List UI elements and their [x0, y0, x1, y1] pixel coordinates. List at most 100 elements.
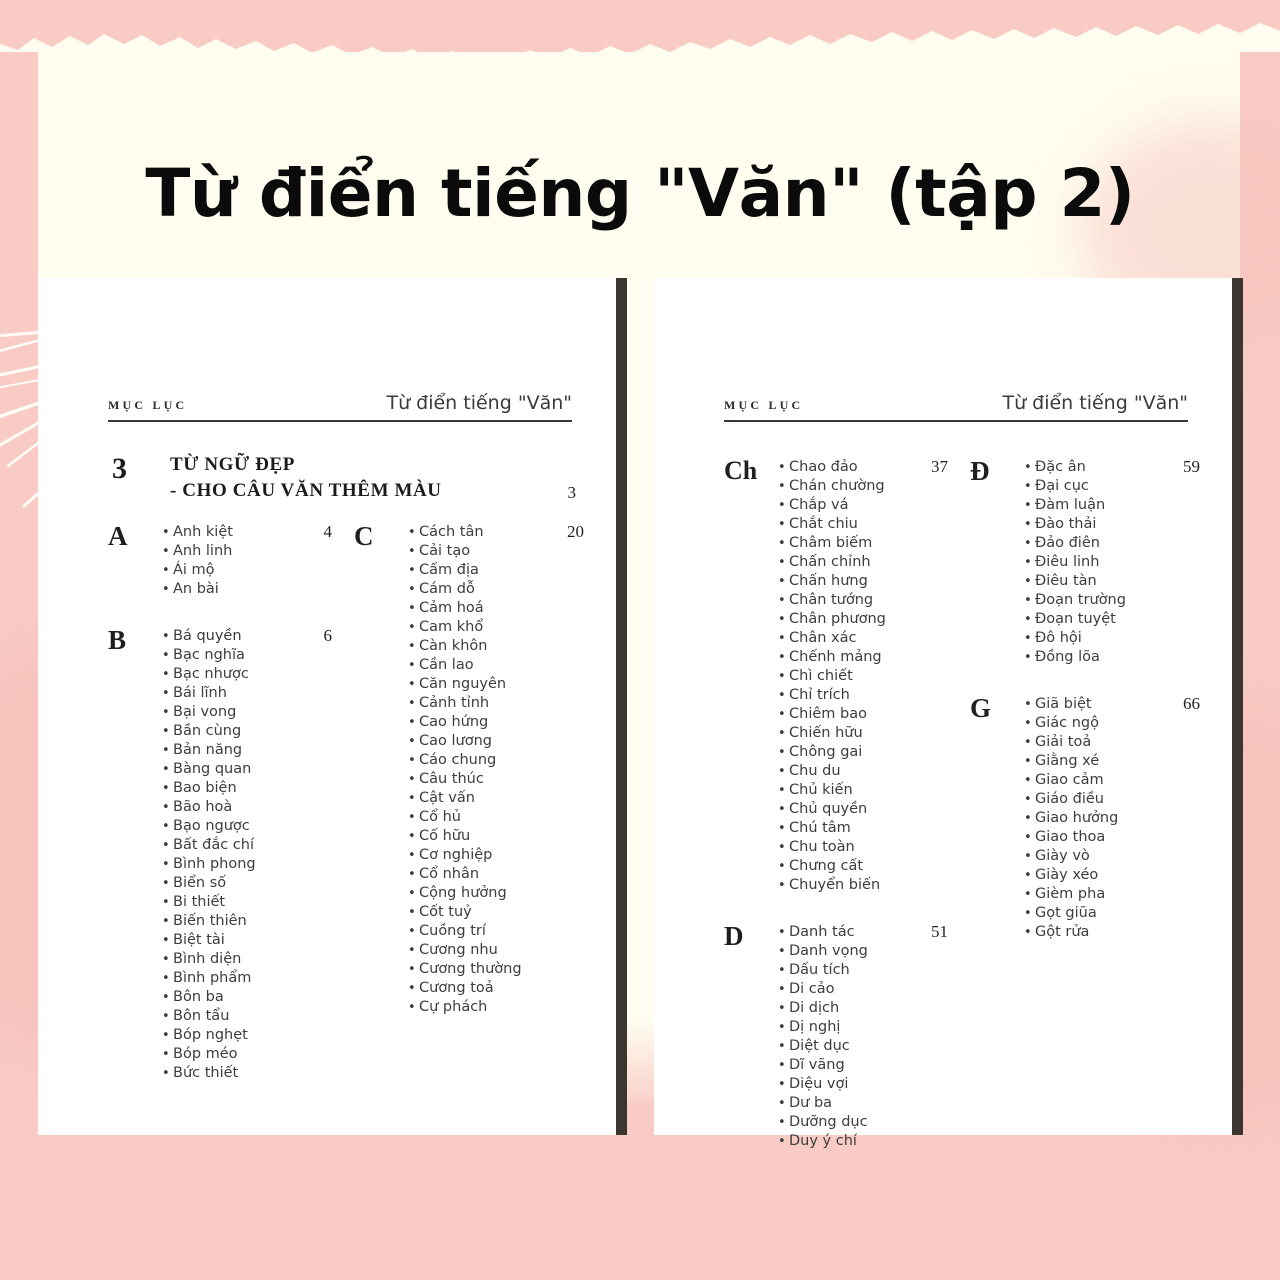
- list-item[interactable]: • Di cảo: [778, 980, 962, 999]
- list-item[interactable]: • Chếnh mảng: [778, 648, 962, 667]
- list-item[interactable]: • Đồng lõa: [1024, 648, 1200, 667]
- list-item[interactable]: • Cần lao: [408, 656, 584, 675]
- list-item[interactable]: • Gièm pha: [1024, 885, 1200, 904]
- list-item[interactable]: • Diệt dục: [778, 1037, 962, 1056]
- list-item[interactable]: • Giao cảm: [1024, 771, 1200, 790]
- list-item[interactable]: • Dĩ vãng: [778, 1056, 962, 1075]
- list-item[interactable]: • Bôn tẩu: [162, 1007, 346, 1026]
- list-item[interactable]: • Dư ba: [778, 1094, 962, 1113]
- list-item[interactable]: • Điêu linh: [1024, 553, 1200, 572]
- list-item[interactable]: • Câu thúc: [408, 770, 584, 789]
- list-item[interactable]: • Đặc ân: [1024, 458, 1200, 477]
- list-item[interactable]: • Chấn chỉnh: [778, 553, 962, 572]
- list-item[interactable]: • Chiến hữu: [778, 724, 962, 743]
- list-item[interactable]: • Dị nghị: [778, 1018, 962, 1037]
- list-item[interactable]: • Bạc nhược: [162, 665, 346, 684]
- list-item[interactable]: • Bái lĩnh: [162, 684, 346, 703]
- list-item[interactable]: • Bình diện: [162, 950, 346, 969]
- list-item[interactable]: • Chân tướng: [778, 591, 962, 610]
- list-item[interactable]: • Chú tâm: [778, 819, 962, 838]
- toc-group-a[interactable]: A 4 • Anh kiệt • Anh linh • Ái mộ • An bài: [108, 521, 346, 599]
- list-item[interactable]: • Chì chiết: [778, 667, 962, 686]
- list-item[interactable]: • Bóp nghẹt: [162, 1026, 346, 1045]
- list-item[interactable]: • Cao hứng: [408, 713, 584, 732]
- list-item[interactable]: • Đảo điên: [1024, 534, 1200, 553]
- list-item[interactable]: • Đại cục: [1024, 477, 1200, 496]
- list-item[interactable]: • Bóp méo: [162, 1045, 346, 1064]
- list-item[interactable]: • Cương thường: [408, 960, 584, 979]
- list-item[interactable]: • Cộng hưởng: [408, 884, 584, 903]
- list-item[interactable]: • Chu toàn: [778, 838, 962, 857]
- list-item[interactable]: • Bao biện: [162, 779, 346, 798]
- list-item[interactable]: • Cương nhu: [408, 941, 584, 960]
- list-item[interactable]: • Cách tân: [408, 523, 584, 542]
- list-item[interactable]: • Bình phẩm: [162, 969, 346, 988]
- toc-group-ch[interactable]: Ch 37 • Chao đảo • Chán chường • Chắp vá • C…: [724, 456, 962, 895]
- list-item[interactable]: • Cố hữu: [408, 827, 584, 846]
- list-item[interactable]: • Càn khôn: [408, 637, 584, 656]
- list-item[interactable]: • Biển số: [162, 874, 346, 893]
- list-item[interactable]: • Chỉ trích: [778, 686, 962, 705]
- list-item[interactable]: • Giằng xé: [1024, 752, 1200, 771]
- list-item[interactable]: • Chiêm bao: [778, 705, 962, 724]
- list-item[interactable]: • Đô hội: [1024, 629, 1200, 648]
- list-item[interactable]: • Chán chường: [778, 477, 962, 496]
- list-item[interactable]: • Cấm địa: [408, 561, 584, 580]
- list-item[interactable]: • Chủ kiến: [778, 781, 962, 800]
- list-item[interactable]: • Biến thiên: [162, 912, 346, 931]
- list-item[interactable]: • Cốt tuỷ: [408, 903, 584, 922]
- list-item[interactable]: • Giao hưởng: [1024, 809, 1200, 828]
- list-item[interactable]: • Đoạn trường: [1024, 591, 1200, 610]
- list-item[interactable]: • Chân phương: [778, 610, 962, 629]
- list-item[interactable]: • Cật vấn: [408, 789, 584, 808]
- list-item[interactable]: • Bi thiết: [162, 893, 346, 912]
- toc-group-c[interactable]: C 20 • Cách tân • Cải tạo • Cấm địa • Cám dỗ…: [354, 521, 584, 1017]
- list-item[interactable]: • Cải tạo: [408, 542, 584, 561]
- chapter-heading[interactable]: 3 TỪ NGỮ ĐẸP - CHO CÂU VĂN THÊM MÀU 3: [112, 452, 584, 503]
- list-item[interactable]: • Bần cùng: [162, 722, 346, 741]
- list-item[interactable]: • Giao thoa: [1024, 828, 1200, 847]
- list-item[interactable]: • Bá quyền: [162, 627, 346, 646]
- list-item[interactable]: • Cám dỗ: [408, 580, 584, 599]
- list-item[interactable]: • Bôn ba: [162, 988, 346, 1007]
- list-item[interactable]: • Gọt giũa: [1024, 904, 1200, 923]
- list-item[interactable]: • Giã biệt: [1024, 695, 1200, 714]
- list-item[interactable]: • Đàm luận: [1024, 496, 1200, 515]
- list-item[interactable]: • Đào thải: [1024, 515, 1200, 534]
- list-item[interactable]: • Căn nguyên: [408, 675, 584, 694]
- list-item[interactable]: • Bình phong: [162, 855, 346, 874]
- list-item[interactable]: • Cuồng trí: [408, 922, 584, 941]
- list-item[interactable]: • Cổ nhân: [408, 865, 584, 884]
- list-item[interactable]: • Cảnh tỉnh: [408, 694, 584, 713]
- list-item[interactable]: • Dấu tích: [778, 961, 962, 980]
- list-item[interactable]: • Giác ngộ: [1024, 714, 1200, 733]
- list-item[interactable]: • Chuyển biến: [778, 876, 962, 895]
- toc-group-b[interactable]: B 6 • Bá quyền • Bạc nghĩa • Bạc nhược • Bái…: [108, 625, 346, 1083]
- list-item[interactable]: • Biệt tài: [162, 931, 346, 950]
- list-item[interactable]: • Chu du: [778, 762, 962, 781]
- list-item[interactable]: • Chưng cất: [778, 857, 962, 876]
- list-item[interactable]: • An bài: [162, 580, 346, 599]
- list-item[interactable]: • Cảm hoá: [408, 599, 584, 618]
- list-item[interactable]: • Gột rửa: [1024, 923, 1200, 942]
- list-item[interactable]: • Bạo ngược: [162, 817, 346, 836]
- list-item[interactable]: • Điêu tàn: [1024, 572, 1200, 591]
- list-item[interactable]: • Cáo chung: [408, 751, 584, 770]
- list-item[interactable]: • Di dịch: [778, 999, 962, 1018]
- list-item[interactable]: • Chông gai: [778, 743, 962, 762]
- list-item[interactable]: • Ái mộ: [162, 561, 346, 580]
- list-item[interactable]: • Chủ quyền: [778, 800, 962, 819]
- list-item[interactable]: • Châm biếm: [778, 534, 962, 553]
- list-item[interactable]: • Cơ nghiệp: [408, 846, 584, 865]
- list-item[interactable]: • Dưỡng dục: [778, 1113, 962, 1132]
- list-item[interactable]: • Diệu vợi: [778, 1075, 962, 1094]
- list-item[interactable]: • Anh kiệt: [162, 523, 346, 542]
- list-item[interactable]: • Bản năng: [162, 741, 346, 760]
- list-item[interactable]: • Cao lương: [408, 732, 584, 751]
- list-item[interactable]: • Bàng quan: [162, 760, 346, 779]
- toc-group-d[interactable]: D 51 • Danh tác • Danh vọng • Dấu tích • Di …: [724, 921, 962, 1151]
- list-item[interactable]: • Bất đắc chí: [162, 836, 346, 855]
- list-item[interactable]: • Bức thiết: [162, 1064, 346, 1083]
- list-item[interactable]: • Duy ý chí: [778, 1132, 962, 1151]
- list-item[interactable]: • Bại vong: [162, 703, 346, 722]
